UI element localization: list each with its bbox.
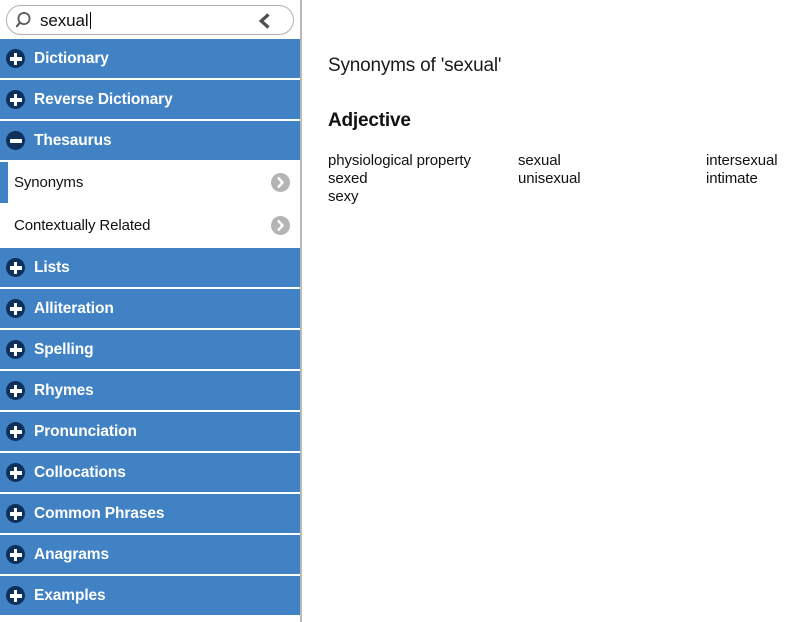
app-root: sexual Dictionary Reverse Dictionary The… [0, 0, 802, 622]
sidebar-item-label: Alliteration [34, 299, 114, 317]
sidebar-item-label: Examples [34, 586, 106, 604]
plus-icon [6, 463, 25, 482]
plus-icon [6, 504, 25, 523]
synonym-word[interactable]: sexy [328, 188, 471, 206]
sidebar-item-label: Collocations [34, 463, 126, 481]
sidebar-item-label: Spelling [34, 340, 94, 358]
sidebar-item-label: Dictionary [34, 49, 109, 67]
search-input[interactable]: sexual [6, 5, 294, 35]
sidebar-item-label: Thesaurus [34, 131, 112, 149]
sidebar-nav: Dictionary Reverse Dictionary Thesaurus … [0, 39, 300, 617]
sidebar-item-anagrams[interactable]: Anagrams [0, 535, 300, 576]
synonym-word[interactable]: unisexual [518, 170, 581, 188]
sidebar-item-label: Reverse Dictionary [34, 90, 173, 108]
sidebar-item-collocations[interactable]: Collocations [0, 453, 300, 494]
plus-icon [6, 258, 25, 277]
chevron-left-icon[interactable] [257, 12, 273, 30]
sidebar-item-label: Common Phrases [34, 504, 165, 522]
sidebar-item-rhymes[interactable]: Rhymes [0, 371, 300, 412]
sidebar-item-spelling[interactable]: Spelling [0, 330, 300, 371]
search-bar: sexual [0, 0, 300, 39]
synonym-word[interactable]: sexed [328, 170, 471, 188]
synonym-column: physiological property sexed sexy [328, 152, 471, 206]
sidebar-item-thesaurus[interactable]: Thesaurus [0, 121, 300, 162]
plus-icon [6, 381, 25, 400]
search-icon [15, 11, 35, 30]
synonym-column: intersexual intimate [706, 152, 778, 188]
sidebar-item-lists[interactable]: Lists [0, 248, 300, 289]
plus-icon [6, 586, 25, 605]
synonym-column: sexual unisexual [518, 152, 581, 188]
plus-icon [6, 545, 25, 564]
sidebar-item-pronunciation[interactable]: Pronunciation [0, 412, 300, 453]
plus-icon [6, 422, 25, 441]
plus-icon [6, 90, 25, 109]
search-input-value: sexual [40, 11, 91, 30]
synonym-word[interactable]: sexual [518, 152, 580, 170]
sidebar-subitem-label: Synonyms [14, 174, 84, 191]
sidebar-item-label: Lists [34, 258, 70, 276]
chevron-right-circle-icon[interactable] [271, 173, 290, 192]
synonym-word[interactable]: intimate [706, 170, 777, 188]
sidebar-item-alliteration[interactable]: Alliteration [0, 289, 300, 330]
sidebar-item-label: Rhymes [34, 381, 94, 399]
sidebar: sexual Dictionary Reverse Dictionary The… [0, 0, 302, 622]
sidebar-item-label: Pronunciation [34, 422, 137, 440]
synonym-word[interactable]: physiological property [328, 152, 471, 170]
sidebar-item-synonyms[interactable]: Synonyms [0, 162, 300, 203]
minus-icon [6, 131, 25, 150]
part-of-speech-heading: Adjective [328, 110, 411, 131]
plus-icon [6, 340, 25, 359]
sidebar-item-label: Anagrams [34, 545, 110, 563]
sidebar-item-common-phrases[interactable]: Common Phrases [0, 494, 300, 535]
main-content: Synonyms of 'sexual' Adjective physiolog… [304, 0, 802, 622]
sidebar-subitem-label: Contextually Related [14, 217, 151, 234]
chevron-right-circle-icon[interactable] [271, 216, 290, 235]
sidebar-item-reverse-dictionary[interactable]: Reverse Dictionary [0, 80, 300, 121]
plus-icon [6, 49, 25, 68]
sidebar-item-dictionary[interactable]: Dictionary [0, 39, 300, 80]
sidebar-item-examples[interactable]: Examples [0, 576, 300, 617]
synonym-word[interactable]: intersexual [706, 152, 778, 170]
text-caret [89, 12, 91, 29]
page-title: Synonyms of 'sexual' [328, 55, 502, 76]
sidebar-item-contextually-related[interactable]: Contextually Related [0, 205, 300, 246]
plus-icon [6, 299, 25, 318]
